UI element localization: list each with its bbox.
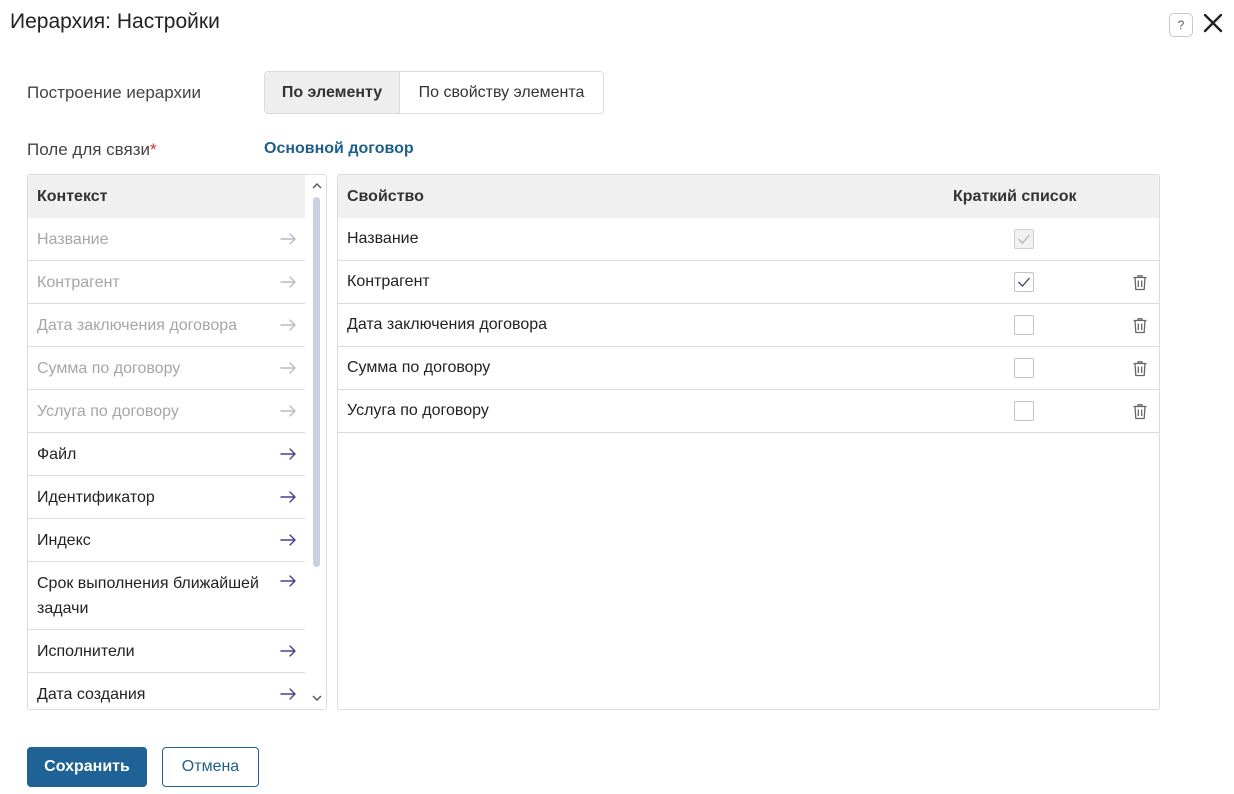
property-label: Дата заключения договора	[347, 316, 548, 333]
arrow-right-icon	[280, 319, 297, 331]
context-item: Дата заключения договора	[28, 304, 305, 347]
header-short-list: Краткий список	[953, 187, 1077, 205]
context-list: Название Контрагент Дата заключения догово…	[28, 218, 305, 709]
context-item-label: Дата заключения договора	[37, 316, 238, 334]
header-property: Свойство	[347, 187, 424, 205]
arrow-right-icon	[280, 276, 297, 288]
context-item-label: Индекс	[37, 531, 91, 549]
chevron-down-icon	[312, 695, 322, 701]
delete-button[interactable]	[1131, 359, 1149, 377]
chevron-up-icon	[312, 183, 322, 189]
context-item[interactable]: Идентификатор	[28, 476, 305, 519]
close-button[interactable]	[1201, 11, 1225, 35]
context-scrollbar[interactable]	[307, 175, 326, 709]
property-row: Дата заключения договора	[338, 304, 1159, 347]
context-item: Сумма по договору	[28, 347, 305, 390]
context-item-label: Услуга по договору	[37, 402, 179, 420]
trash-icon	[1133, 360, 1147, 376]
context-panel: Контекст Название Контрагент Дата заключен…	[27, 174, 327, 710]
property-row: Контрагент	[338, 261, 1159, 304]
context-item-label: Дата создания	[37, 685, 146, 703]
delete-button[interactable]	[1131, 273, 1149, 291]
help-icon: ?	[1177, 18, 1185, 32]
help-button[interactable]: ?	[1169, 13, 1193, 37]
properties-list: Название Контрагент Дата заключения догово…	[338, 218, 1159, 433]
property-row: Название	[338, 218, 1159, 261]
context-item-label: Название	[37, 230, 109, 248]
hierarchy-build-label: Построение иерархии	[27, 83, 202, 102]
arrow-right-icon[interactable]	[280, 491, 297, 503]
context-item-label: Сумма по договору	[37, 359, 181, 377]
scroll-down-button[interactable]	[312, 693, 322, 703]
context-item-label: Контрагент	[37, 273, 120, 291]
short-list-checkbox[interactable]	[1014, 315, 1034, 335]
trash-icon	[1133, 274, 1147, 290]
context-item-label: Исполнители	[37, 642, 135, 660]
link-field-label: Поле для связи*	[27, 140, 157, 160]
dialog-title: Иерархия: Настройки	[10, 10, 220, 33]
cancel-button[interactable]: Отмена	[162, 747, 259, 787]
option-by-element-property[interactable]: По свойству элемента	[399, 72, 603, 113]
arrow-right-icon	[280, 362, 297, 374]
option-by-element[interactable]: По элементу	[265, 72, 399, 113]
trash-icon	[1133, 403, 1147, 419]
context-item[interactable]: Индекс	[28, 519, 305, 562]
context-item[interactable]: Срок выполнения ближайшей задачи	[28, 562, 305, 630]
link-field-value[interactable]: Основной договор	[264, 140, 414, 158]
check-icon	[1018, 277, 1030, 287]
hierarchy-settings-dialog: Иерархия: Настройки ? Построение иерархи…	[0, 0, 1234, 794]
context-item: Название	[28, 218, 305, 261]
close-icon	[1203, 13, 1223, 33]
property-label: Контрагент	[347, 273, 430, 290]
property-row: Сумма по договору	[338, 347, 1159, 390]
check-icon	[1018, 234, 1030, 244]
short-list-checkbox[interactable]	[1014, 401, 1034, 421]
property-label: Название	[347, 230, 419, 247]
context-item-label: Срок выполнения ближайшей задачи	[37, 575, 259, 617]
required-mark: *	[150, 140, 157, 159]
context-item[interactable]: Дата создания	[28, 673, 305, 709]
arrow-right-icon[interactable]	[280, 448, 297, 460]
arrow-right-icon[interactable]	[280, 575, 297, 587]
short-list-checkbox[interactable]	[1014, 358, 1034, 378]
context-item-label: Идентификатор	[37, 488, 155, 506]
short-list-checkbox	[1014, 229, 1034, 249]
arrow-right-icon	[280, 405, 297, 417]
link-field-label-text: Поле для связи	[27, 140, 151, 159]
context-item[interactable]: Исполнители	[28, 630, 305, 673]
arrow-right-icon[interactable]	[280, 688, 297, 700]
property-label: Услуга по договору	[347, 402, 489, 419]
arrow-right-icon	[280, 233, 297, 245]
properties-panel: Свойство Краткий список Название Контраге…	[337, 174, 1160, 710]
properties-header: Свойство Краткий список	[338, 175, 1159, 218]
delete-button[interactable]	[1131, 402, 1149, 420]
context-item: Контрагент	[28, 261, 305, 304]
property-label: Сумма по договору	[347, 359, 491, 376]
short-list-checkbox[interactable]	[1014, 272, 1034, 292]
arrow-right-icon[interactable]	[280, 645, 297, 657]
context-item: Услуга по договору	[28, 390, 305, 433]
save-button[interactable]: Сохранить	[27, 747, 147, 787]
trash-icon	[1133, 317, 1147, 333]
context-item-label: Файл	[37, 445, 77, 463]
delete-button[interactable]	[1131, 316, 1149, 334]
arrow-right-icon[interactable]	[280, 534, 297, 546]
hierarchy-build-switch: По элементу По свойству элемента	[264, 71, 604, 114]
context-header: Контекст	[28, 175, 305, 218]
scroll-up-button[interactable]	[312, 181, 322, 191]
scroll-thumb[interactable]	[313, 197, 320, 567]
property-row: Услуга по договору	[338, 390, 1159, 433]
context-item[interactable]: Файл	[28, 433, 305, 476]
